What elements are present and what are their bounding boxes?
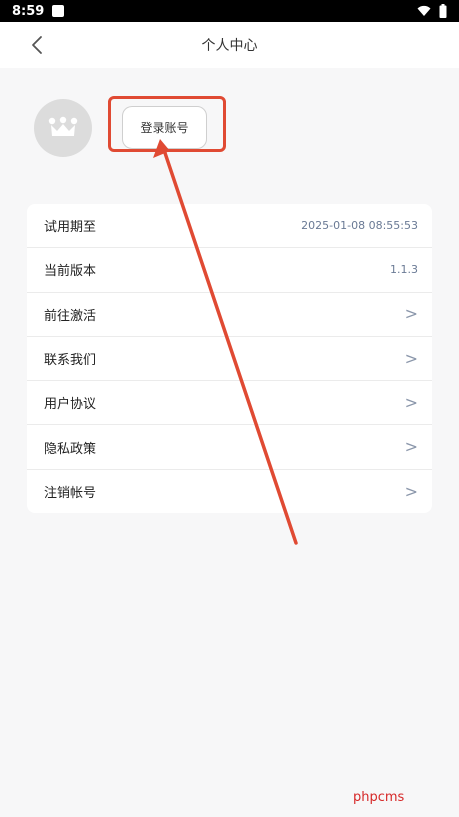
watermark: phpcms — [353, 790, 405, 805]
battery-icon — [439, 4, 447, 18]
crown-icon — [48, 116, 78, 136]
chevron-right-icon: > — [404, 481, 418, 501]
avatar — [34, 99, 92, 157]
page-title: 个人中心 — [201, 38, 258, 54]
menu-label: 联系我们 — [44, 353, 97, 369]
menu-row-contact[interactable]: 联系我们 > — [27, 337, 432, 382]
notification-icon — [52, 5, 65, 17]
top-bar: 个人中心 — [0, 22, 459, 68]
wifi-icon — [417, 5, 431, 16]
status-left: 8:59 — [12, 3, 65, 19]
version-value: 1.1.3 — [390, 263, 418, 277]
menu-row-activate[interactable]: 前往激活 > — [27, 293, 432, 337]
menu-label: 前往激活 — [44, 308, 97, 324]
status-right — [417, 4, 447, 18]
menu-row-delete-account[interactable]: 注销帐号 > — [27, 470, 432, 513]
chevron-right-icon: > — [404, 437, 418, 457]
status-bar: 8:59 — [0, 0, 459, 22]
login-button[interactable]: 登录账号 — [122, 106, 207, 149]
trial-expiry-value: 2025-01-08 08:55:53 — [301, 219, 418, 233]
menu-card: 试用期至 2025-01-08 08:55:53 当前版本 1.1.3 前往激活… — [27, 204, 432, 513]
chevron-right-icon: > — [404, 392, 418, 412]
menu-row-user-agreement[interactable]: 用户协议 > — [27, 381, 432, 426]
chevron-right-icon: > — [404, 348, 418, 368]
menu-label: 当前版本 — [44, 264, 97, 280]
menu-label: 试用期至 — [44, 220, 97, 236]
status-time: 8:59 — [12, 3, 45, 19]
menu-row-privacy-policy[interactable]: 隐私政策 > — [27, 425, 432, 470]
menu-label: 隐私政策 — [44, 441, 97, 457]
menu-row-trial: 试用期至 2025-01-08 08:55:53 — [27, 204, 432, 249]
menu-label: 注销帐号 — [44, 486, 97, 502]
menu-row-version: 当前版本 1.1.3 — [27, 248, 432, 293]
chevron-right-icon: > — [404, 304, 418, 324]
menu-label: 用户协议 — [44, 397, 97, 413]
